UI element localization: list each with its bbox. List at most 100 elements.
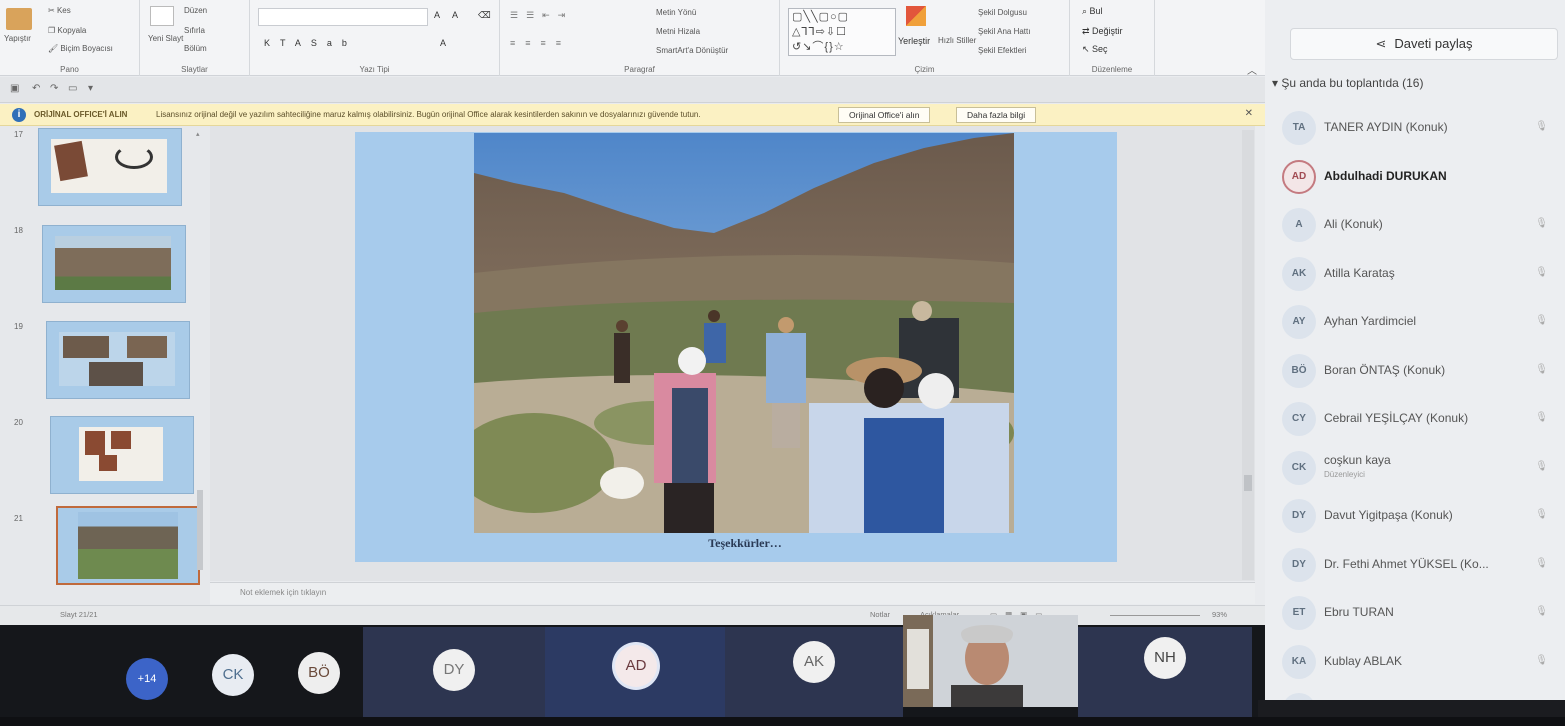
participant-row[interactable]: AK Atilla Karataş 🎙 <box>1280 251 1560 295</box>
find-button[interactable]: ⌕ Bul <box>1082 6 1103 17</box>
participant-name: Kublay ABLAK <box>1324 653 1403 668</box>
shape-fill-button[interactable]: Şekil Dolgusu <box>978 8 1027 17</box>
participant-row[interactable]: KA Kublay ABLAK 🎙 <box>1280 639 1560 683</box>
participant-row[interactable]: DY Davut Yigitpaşa (Konuk) 🎙 <box>1280 493 1560 537</box>
reset-button[interactable]: Sıfırla <box>184 26 205 35</box>
notes-pane[interactable]: Not eklemek için tıklayın <box>210 582 1255 604</box>
undo-icon[interactable]: ↶ <box>32 83 40 94</box>
slide-thumbnail[interactable] <box>46 321 190 399</box>
slide-counter: Slayt 21/21 <box>60 610 98 619</box>
arrange-icon[interactable] <box>906 6 926 26</box>
slide-thumbnail[interactable] <box>38 128 182 206</box>
participant-name: Ebru TURAN <box>1324 605 1394 619</box>
format-painter-button[interactable]: 🖌 Biçim Boyacısı <box>48 44 113 53</box>
select-button[interactable]: ↖ Seç <box>1082 44 1108 55</box>
align-text-button[interactable]: Metni Hizala <box>656 27 700 36</box>
brush-icon: 🖌 <box>48 44 61 53</box>
participant-video[interactable] <box>903 615 1078 707</box>
save-icon[interactable]: ▣ <box>10 83 19 94</box>
avatar[interactable]: BÖ <box>298 652 340 694</box>
participant-name: coşkun kaya <box>1324 452 1391 467</box>
participant-row[interactable]: AD Abdulhadi DURUKAN <box>1280 154 1560 198</box>
thumb-number: 17 <box>14 130 23 139</box>
slide-thumbnail[interactable] <box>42 225 186 303</box>
avatar: DY <box>1282 547 1316 582</box>
participant-row[interactable]: CK coşkun kaya Düzenleyici 🎙 <box>1280 445 1560 489</box>
participant-name: Dr. Fethi Ahmet YÜKSEL (Ko... <box>1324 556 1489 571</box>
in-meeting-section-header[interactable]: ▾ Şu anda bu toplantıda (16) <box>1272 76 1423 90</box>
more-info-button[interactable]: Daha fazla bilgi <box>956 107 1037 123</box>
participant-name: Abdulhadi DURUKAN <box>1324 168 1447 183</box>
font-size-up-button[interactable]: A <box>434 10 440 20</box>
participant-tile[interactable]: NH <box>1078 627 1252 717</box>
ribbon-group-paragraph: ☰☰⇤⇥ ≡≡≡≡ Metin Yönü Metni Hizala SmartA… <box>500 0 780 76</box>
participant-row[interactable]: DY Dr. Fethi Ahmet YÜKSEL (Ko... 🎙 <box>1280 542 1560 586</box>
thumbnail-scrollbar[interactable]: ▴ <box>196 130 204 600</box>
paste-button[interactable]: Yapıştır <box>4 34 31 43</box>
participant-row[interactable]: AY Ayhan Yardimciel 🎙 <box>1280 299 1560 343</box>
convert-smartart-button[interactable]: SmartArt'a Dönüştür <box>656 46 728 55</box>
arrange-button[interactable]: Yerleştir <box>898 36 930 46</box>
slide-photo[interactable] <box>474 133 1014 533</box>
participant-tile[interactable]: DY <box>363 627 545 717</box>
avatar[interactable]: CK <box>212 654 254 696</box>
copy-button[interactable]: ❐ Kopyala <box>48 26 86 35</box>
slide-caption: Teşekkürler… <box>708 536 782 550</box>
slide-thumbnail[interactable] <box>50 416 194 494</box>
participant-role: Düzenleyici <box>1324 469 1365 479</box>
close-icon[interactable]: ✕ <box>1245 108 1253 119</box>
mic-muted-icon: 🎙 <box>1535 315 1548 326</box>
avatar: KA <box>1282 644 1316 679</box>
replace-button[interactable]: ⇄ Değiştir <box>1082 26 1123 37</box>
font-name-field[interactable] <box>258 8 428 26</box>
quick-access-toolbar: ▣ ↶ ↷ ▭ ▾ <box>0 77 1265 103</box>
screen-bezel <box>0 717 1565 726</box>
participant-tile[interactable]: AK <box>725 627 903 717</box>
paste-icon[interactable] <box>6 8 32 30</box>
more-participants-badge[interactable]: +14 <box>126 658 168 700</box>
shapes-gallery[interactable]: ▢╲╲▢○▢ △⅂⅂⇨⇩☐ ↺↘⌒{}☆ <box>788 8 896 56</box>
mic-muted-icon: 🎙 <box>1535 266 1548 278</box>
participant-row[interactable]: BÖ Boran ÖNTAŞ (Konuk) 🎙 <box>1280 348 1560 392</box>
section-button[interactable]: Bölüm <box>184 44 207 53</box>
present-icon[interactable]: ▭ <box>68 83 77 94</box>
new-slide-icon[interactable] <box>150 6 174 26</box>
cut-button[interactable]: ✂ Kes <box>48 6 71 15</box>
list-buttons[interactable]: ☰☰⇤⇥ <box>510 10 573 21</box>
zoom-slider[interactable] <box>1110 615 1200 616</box>
font-size-down-button[interactable]: A <box>452 10 458 20</box>
participant-row[interactable]: A Ali (Konuk) 🎙 <box>1280 202 1560 246</box>
share-invite-button[interactable]: ⋖ Daveti paylaş <box>1290 28 1558 60</box>
shape-outline-button[interactable]: Şekil Ana Hattı <box>978 27 1030 36</box>
cursor-icon: ↖ <box>1082 44 1093 54</box>
redo-icon[interactable]: ↷ <box>50 83 58 94</box>
warning-text: Lisansınız orijinal değil ve yazılım sah… <box>156 110 701 119</box>
avatar: TA <box>1282 111 1316 145</box>
participant-row[interactable]: TA TANER AYDIN (Konuk) 🎙 <box>1280 105 1560 149</box>
notes-button[interactable]: Notlar <box>870 610 890 619</box>
participant-tile-speaking[interactable]: AD <box>545 627 725 717</box>
mic-muted-icon: 🎙 <box>1535 557 1548 569</box>
layout-button[interactable]: Düzen <box>184 6 207 15</box>
quick-styles-button[interactable]: Hızlı Stiller <box>938 36 976 45</box>
avatar: DY <box>1282 499 1316 533</box>
font-color-button[interactable]: A <box>440 38 446 48</box>
mic-muted-icon: 🎙 <box>1535 218 1548 229</box>
new-slide-button[interactable]: Yeni Slayt <box>148 34 183 43</box>
slide-scrollbar[interactable] <box>1242 130 1254 580</box>
customize-icon[interactable]: ▾ <box>88 83 93 94</box>
chevron-up-icon[interactable]: ︿ <box>1247 62 1257 77</box>
align-buttons[interactable]: ≡≡≡≡ <box>510 38 571 48</box>
avatar: AY <box>1282 305 1316 339</box>
zoom-level[interactable]: 93% <box>1212 610 1227 619</box>
get-office-button[interactable]: Orijinal Office'i alın <box>838 107 931 123</box>
clear-format-icon[interactable]: ⌫ <box>478 10 491 21</box>
field-trip-photo <box>474 133 1014 533</box>
participant-row[interactable]: ET Ebru TURAN 🎙 <box>1280 590 1560 634</box>
font-style-buttons[interactable]: KTASab <box>264 38 357 48</box>
slide-thumbnail-selected[interactable] <box>56 506 200 585</box>
text-direction-button[interactable]: Metin Yönü <box>656 8 696 17</box>
participant-row[interactable]: CY Cebrail YEŞİLÇAY (Konuk) 🎙 <box>1280 396 1560 440</box>
slide-thumbnails-pane: 17 18 19 20 21 ▴ <box>0 126 210 606</box>
shape-effects-button[interactable]: Şekil Efektleri <box>978 46 1026 55</box>
